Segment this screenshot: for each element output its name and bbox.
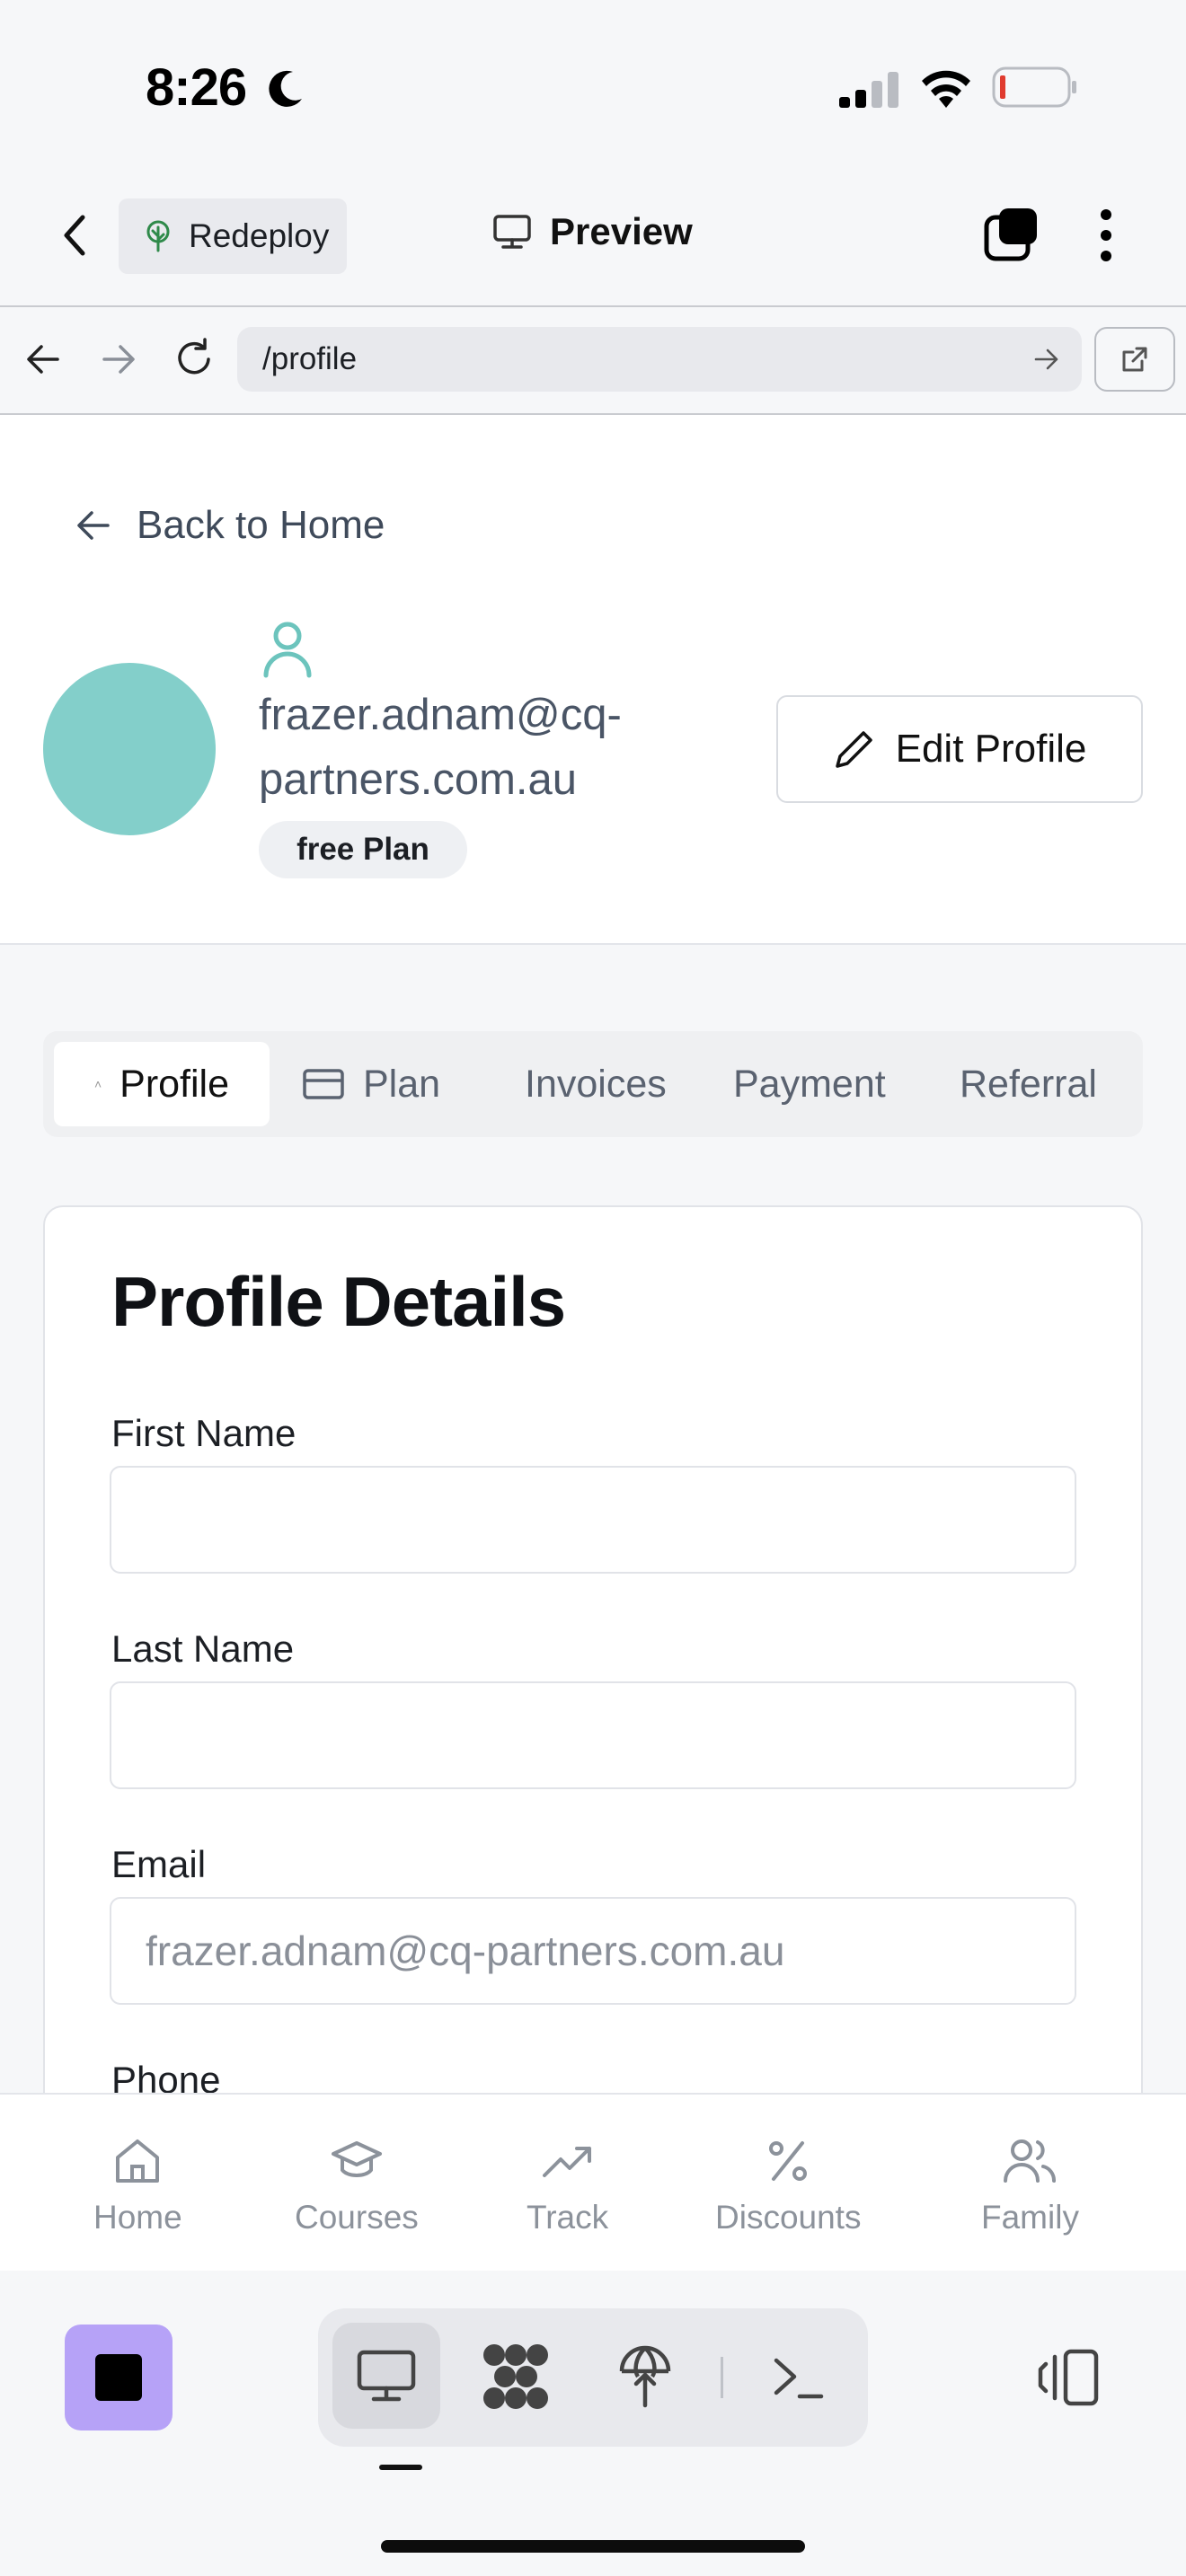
pencil-icon bbox=[835, 731, 872, 768]
email-label: Email bbox=[111, 1843, 207, 1885]
back-to-home-link[interactable]: Back to Home bbox=[75, 503, 385, 548]
tab-profile[interactable]: ˄ Profile bbox=[54, 1042, 270, 1126]
edit-profile-label: Edit Profile bbox=[895, 727, 1087, 771]
desktop-icon bbox=[357, 2350, 416, 2402]
nav-courses-label: Courses bbox=[295, 2199, 419, 2236]
desktop-view-button[interactable] bbox=[332, 2323, 440, 2429]
plan-badge: free Plan bbox=[259, 821, 467, 878]
redeploy-label: Redeploy bbox=[189, 217, 330, 254]
deploy-icon[interactable] bbox=[616, 2341, 674, 2409]
preview-title: Preview bbox=[492, 210, 693, 253]
wifi-icon bbox=[922, 70, 970, 108]
preview-title-label: Preview bbox=[550, 210, 693, 252]
moon-icon bbox=[269, 70, 302, 107]
tab-invoices[interactable]: Invoices bbox=[525, 1031, 667, 1137]
terminal-icon[interactable] bbox=[771, 2353, 825, 2402]
card-title: Profile Details bbox=[111, 1262, 566, 1341]
status-time: 8:26 bbox=[146, 58, 247, 117]
nav-home[interactable]: Home bbox=[93, 2136, 182, 2236]
user-email-line-2: partners.com.au bbox=[259, 755, 578, 804]
grid-icon[interactable] bbox=[482, 2342, 550, 2411]
percent-icon bbox=[769, 2141, 808, 2181]
tab-payment[interactable]: Payment bbox=[733, 1031, 886, 1137]
credit-card-icon bbox=[303, 1069, 344, 1099]
arrow-left-icon[interactable] bbox=[25, 343, 61, 375]
open-external-button[interactable] bbox=[1094, 327, 1175, 392]
graduation-cap-icon bbox=[331, 2141, 382, 2177]
arrow-left-icon bbox=[77, 511, 110, 540]
tab-referral[interactable]: Referral bbox=[960, 1031, 1097, 1137]
edit-profile-button[interactable]: Edit Profile bbox=[776, 695, 1143, 803]
go-arrow-icon[interactable] bbox=[1033, 347, 1060, 372]
dock-divider bbox=[721, 2357, 723, 2398]
layers-icon[interactable] bbox=[983, 207, 1039, 262]
battery-icon bbox=[992, 66, 1076, 108]
external-link-icon bbox=[1122, 347, 1147, 372]
stop-button[interactable] bbox=[65, 2325, 173, 2430]
chevron-left-icon[interactable] bbox=[59, 212, 90, 259]
nav-track-label: Track bbox=[527, 2199, 609, 2236]
signal-icon bbox=[839, 72, 898, 108]
tab-profile-label: Profile bbox=[119, 1062, 230, 1106]
arrow-right-icon[interactable] bbox=[101, 343, 137, 375]
nav-discounts[interactable]: Discounts bbox=[715, 2136, 861, 2236]
tab-plan[interactable]: Plan bbox=[302, 1031, 440, 1137]
tree-icon bbox=[146, 220, 170, 252]
active-indicator bbox=[379, 2465, 422, 2470]
monitor-icon bbox=[493, 215, 531, 249]
stop-icon bbox=[95, 2354, 142, 2401]
redeploy-chip[interactable]: Redeploy bbox=[119, 198, 347, 274]
home-icon bbox=[116, 2139, 160, 2183]
nav-discounts-label: Discounts bbox=[715, 2199, 862, 2236]
email-input[interactable]: frazer.adnam@cq-partners.com.au bbox=[110, 1897, 1076, 2005]
avatar bbox=[43, 663, 216, 835]
tab-plan-label: Plan bbox=[363, 1062, 441, 1106]
nav-home-label: Home bbox=[93, 2199, 182, 2236]
user-icon bbox=[263, 622, 312, 678]
nav-track[interactable]: Track bbox=[527, 2136, 608, 2236]
user-email: frazer.adnam@cq- partners.com.au bbox=[259, 683, 726, 812]
first-name-label: First Name bbox=[111, 1412, 296, 1454]
split-view-icon[interactable] bbox=[1035, 2348, 1100, 2407]
trending-up-icon bbox=[542, 2147, 591, 2177]
nav-courses[interactable]: Courses bbox=[295, 2136, 419, 2236]
refresh-icon[interactable] bbox=[174, 338, 216, 379]
tab-profile-dot-icon: ˄ bbox=[93, 1077, 102, 1091]
nav-family-label: Family bbox=[981, 2199, 1079, 2236]
nav-family[interactable]: Family bbox=[981, 2136, 1079, 2236]
last-name-input[interactable] bbox=[110, 1681, 1076, 1789]
url-field[interactable]: /profile bbox=[237, 327, 1082, 392]
back-to-home-label: Back to Home bbox=[137, 503, 385, 547]
home-indicator bbox=[381, 2540, 805, 2553]
last-name-label: Last Name bbox=[111, 1628, 295, 1670]
more-vertical-icon[interactable] bbox=[1100, 208, 1112, 262]
first-name-input[interactable] bbox=[110, 1466, 1076, 1574]
users-icon bbox=[1004, 2139, 1057, 2183]
user-email-line-1: frazer.adnam@cq- bbox=[259, 691, 622, 739]
